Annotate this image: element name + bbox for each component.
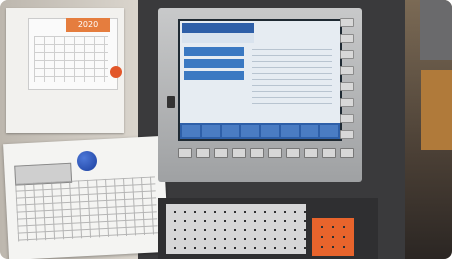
- softkey[interactable]: [304, 148, 318, 158]
- softkey[interactable]: [268, 148, 282, 158]
- screen-softkey-bar: [180, 123, 340, 139]
- screen-title: [182, 23, 254, 33]
- position-z: [184, 71, 244, 80]
- screen-table: [252, 49, 332, 105]
- softkey[interactable]: [214, 148, 228, 158]
- position-y: [184, 59, 244, 68]
- screen-tab[interactable]: [201, 125, 220, 137]
- softkey[interactable]: [250, 148, 264, 158]
- alphanumeric-keys[interactable]: [166, 204, 306, 254]
- side-softkey[interactable]: [340, 114, 354, 123]
- calendar-grid: [34, 36, 108, 82]
- side-softkey[interactable]: [340, 82, 354, 91]
- softkey[interactable]: [196, 148, 210, 158]
- screen-tab[interactable]: [221, 125, 240, 137]
- blue-magnet: [77, 151, 97, 171]
- cnc-screen[interactable]: [178, 19, 342, 141]
- orange-magnet: [110, 66, 122, 78]
- screen-subtitle: [182, 33, 254, 43]
- wooden-board: [421, 70, 452, 150]
- screen-tab[interactable]: [261, 125, 279, 137]
- side-softkey[interactable]: [340, 66, 354, 75]
- sheet-table: [15, 176, 158, 242]
- vertical-softkeys: [340, 18, 354, 146]
- function-keys[interactable]: [312, 218, 354, 256]
- softkey[interactable]: [286, 148, 300, 158]
- horizontal-softkeys: [178, 148, 354, 158]
- screen-tab[interactable]: [241, 125, 259, 137]
- position-x: [184, 47, 244, 56]
- photo-frame: 2020: [0, 0, 452, 259]
- side-softkey[interactable]: [340, 18, 354, 27]
- softkey[interactable]: [322, 148, 336, 158]
- side-softkey[interactable]: [340, 98, 354, 107]
- side-softkey[interactable]: [340, 50, 354, 59]
- softkey[interactable]: [340, 148, 354, 158]
- softkey[interactable]: [232, 148, 246, 158]
- panel-left-key[interactable]: [167, 96, 175, 108]
- position-display: [184, 47, 244, 83]
- side-softkey[interactable]: [340, 130, 354, 139]
- screen-tab[interactable]: [320, 125, 338, 137]
- screen-tab[interactable]: [300, 125, 319, 137]
- calendar-year: 2020: [66, 18, 110, 32]
- side-softkey[interactable]: [340, 34, 354, 43]
- screen-tab[interactable]: [280, 125, 299, 137]
- softkey[interactable]: [178, 148, 192, 158]
- wall-calendar: 2020: [6, 8, 124, 133]
- pipe: [420, 0, 452, 60]
- screen-tab[interactable]: [182, 125, 200, 137]
